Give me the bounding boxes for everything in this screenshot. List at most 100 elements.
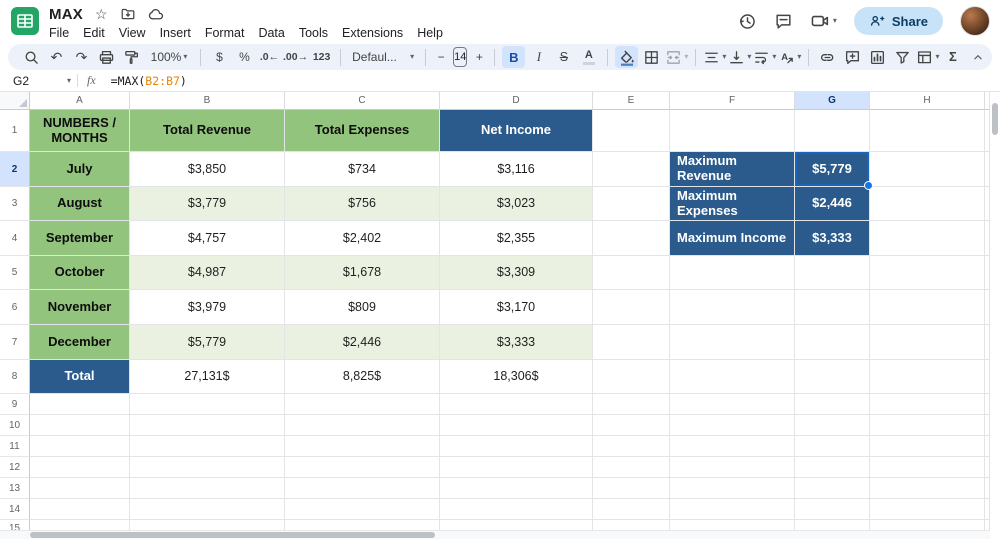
cell-G5[interactable] (795, 256, 870, 290)
menu-format[interactable]: Format (198, 26, 252, 40)
collapse-toolbar-icon[interactable] (966, 46, 989, 68)
cell-A1[interactable]: NUMBERS / MONTHS (30, 110, 130, 152)
cell-A11[interactable] (30, 436, 130, 457)
cell-E11[interactable] (593, 436, 670, 457)
name-box[interactable]: G2 ▾ (0, 74, 71, 88)
italic-button[interactable]: I (527, 46, 550, 68)
cell-D10[interactable] (440, 415, 593, 436)
cell-H11[interactable] (870, 436, 985, 457)
cell-G6[interactable] (795, 290, 870, 325)
cell-G8[interactable] (795, 360, 870, 394)
cell-A4[interactable]: September (30, 221, 130, 256)
merge-cells-icon[interactable]: ▾ (665, 46, 688, 68)
search-icon[interactable] (20, 46, 43, 68)
cell-G9[interactable] (795, 394, 870, 415)
paint-format-icon[interactable] (120, 46, 143, 68)
cell-F1[interactable] (670, 110, 795, 152)
menu-edit[interactable]: Edit (76, 26, 112, 40)
cell-B9[interactable] (130, 394, 285, 415)
zoom-select[interactable]: 100%▾ (145, 46, 193, 68)
cell-G7[interactable] (795, 325, 870, 360)
cell-F2[interactable]: Maximum Revenue (670, 152, 795, 187)
menu-insert[interactable]: Insert (153, 26, 198, 40)
vertical-align-icon[interactable]: ▾ (728, 46, 751, 68)
menu-data[interactable]: Data (251, 26, 291, 40)
cell-H8[interactable] (870, 360, 985, 394)
cell-D6[interactable]: $3,170 (440, 290, 593, 325)
horizontal-align-icon[interactable]: ▾ (703, 46, 726, 68)
column-header-H[interactable]: H (870, 92, 985, 110)
cell-E6[interactable] (593, 290, 670, 325)
row-header-11[interactable]: 11 (0, 436, 30, 457)
menu-tools[interactable]: Tools (292, 26, 335, 40)
borders-icon[interactable] (640, 46, 663, 68)
column-header-F[interactable]: F (670, 92, 795, 110)
star-icon[interactable]: ☆ (95, 7, 108, 21)
chevron-down-icon[interactable]: ▾ (833, 17, 837, 25)
horizontal-scrollbar-thumb[interactable] (30, 532, 435, 538)
cell-D12[interactable] (440, 457, 593, 478)
insert-link-icon[interactable] (816, 46, 839, 68)
cell-G1[interactable] (795, 110, 870, 152)
cell-C3[interactable]: $756 (285, 187, 440, 221)
cell-A2[interactable]: July (30, 152, 130, 187)
cell-C6[interactable]: $809 (285, 290, 440, 325)
format-currency-button[interactable]: $ (208, 46, 231, 68)
document-title[interactable]: MAX (49, 6, 83, 23)
cell-C2[interactable]: $734 (285, 152, 440, 187)
cell-G11[interactable] (795, 436, 870, 457)
chevron-down-icon[interactable]: ▾ (67, 77, 71, 85)
cell-F14[interactable] (670, 499, 795, 520)
row-header-7[interactable]: 7 (0, 325, 30, 360)
comments-icon[interactable] (774, 12, 793, 31)
cell-A5[interactable]: October (30, 256, 130, 290)
increase-font-size-button[interactable]: + (471, 46, 487, 68)
cell-F9[interactable] (670, 394, 795, 415)
cell-F6[interactable] (670, 290, 795, 325)
cell-A10[interactable] (30, 415, 130, 436)
cell-H5[interactable] (870, 256, 985, 290)
number-format-button[interactable]: 123 (310, 46, 333, 68)
cell-F4[interactable]: Maximum Income (670, 221, 795, 256)
cell-H2[interactable] (870, 152, 985, 187)
vertical-scrollbar-thumb[interactable] (992, 103, 998, 135)
cell-G2[interactable]: $5,779 (795, 152, 870, 187)
print-icon[interactable] (95, 46, 118, 68)
cell-E4[interactable] (593, 221, 670, 256)
row-header-6[interactable]: 6 (0, 290, 30, 325)
redo-icon[interactable]: ↷ (70, 46, 93, 68)
cell-A13[interactable] (30, 478, 130, 499)
cell-E7[interactable] (593, 325, 670, 360)
cell-E9[interactable] (593, 394, 670, 415)
share-button[interactable]: Share (854, 7, 943, 35)
cell-A7[interactable]: December (30, 325, 130, 360)
cell-C8[interactable]: 8,825$ (285, 360, 440, 394)
row-header-12[interactable]: 12 (0, 457, 30, 478)
cell-F3[interactable]: Maximum Expenses (670, 187, 795, 221)
cell-H6[interactable] (870, 290, 985, 325)
menu-file[interactable]: File (42, 26, 76, 40)
row-header-4[interactable]: 4 (0, 221, 30, 256)
cell-H13[interactable] (870, 478, 985, 499)
column-header-B[interactable]: B (130, 92, 285, 110)
cell-C10[interactable] (285, 415, 440, 436)
bold-button[interactable]: B (502, 46, 525, 68)
cell-E14[interactable] (593, 499, 670, 520)
cell-D2[interactable]: $3,116 (440, 152, 593, 187)
cell-C14[interactable] (285, 499, 440, 520)
cell-B12[interactable] (130, 457, 285, 478)
cell-E13[interactable] (593, 478, 670, 499)
cell-C11[interactable] (285, 436, 440, 457)
cell-B5[interactable]: $4,987 (130, 256, 285, 290)
cell-D11[interactable] (440, 436, 593, 457)
fill-color-icon[interactable] (615, 46, 638, 68)
cell-C12[interactable] (285, 457, 440, 478)
cloud-status-icon[interactable] (148, 6, 165, 23)
cell-E1[interactable] (593, 110, 670, 152)
version-history-icon[interactable] (738, 12, 757, 31)
cell-D5[interactable]: $3,309 (440, 256, 593, 290)
cell-B11[interactable] (130, 436, 285, 457)
cell-F11[interactable] (670, 436, 795, 457)
row-header-2[interactable]: 2 (0, 152, 30, 187)
cell-E8[interactable] (593, 360, 670, 394)
